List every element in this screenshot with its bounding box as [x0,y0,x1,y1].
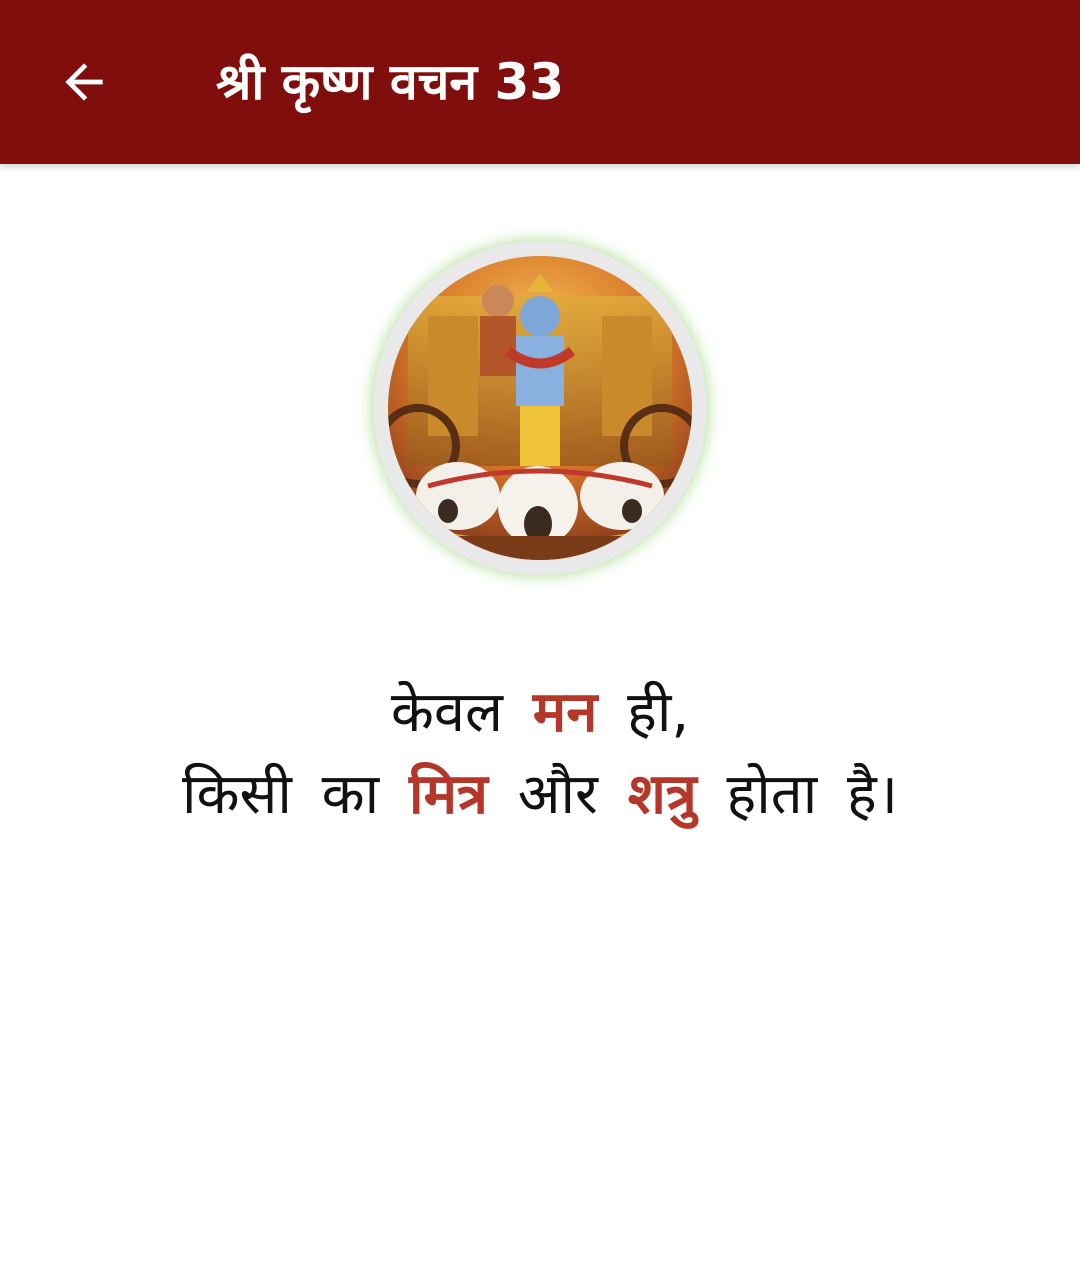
quote-word: ही, [627,680,690,745]
quote-word: होता [726,762,818,827]
page-title: श्री कृष्ण वचन 33 [216,53,565,111]
arrow-left-icon [65,63,103,101]
quote-word: किसी [181,762,292,827]
quote-line-1: केवल मन ही, [40,672,1040,754]
quote-highlight-word: शत्रु [627,762,697,827]
quote-highlight-word: मन [532,680,598,745]
quote-word: है। [847,762,898,827]
quote-word: केवल [390,680,503,745]
quote-word: का [321,762,380,827]
krishna-chariot-image [388,256,692,560]
main-content: केवल मन ही, किसी का मित्र और शत्रु होता … [0,164,1080,1287]
app-bar: श्री कृष्ण वचन 33 [0,0,1080,164]
quote-highlight-word: मित्र [409,762,488,827]
image-frame [373,241,707,575]
quote-text: केवल मन ही, किसी का मित्र और शत्रु होता … [40,672,1040,836]
quote-line-2: किसी का मित्र और शत्रु होता है। [40,754,1040,836]
back-button[interactable] [40,38,128,126]
quote-word: और [517,762,598,827]
